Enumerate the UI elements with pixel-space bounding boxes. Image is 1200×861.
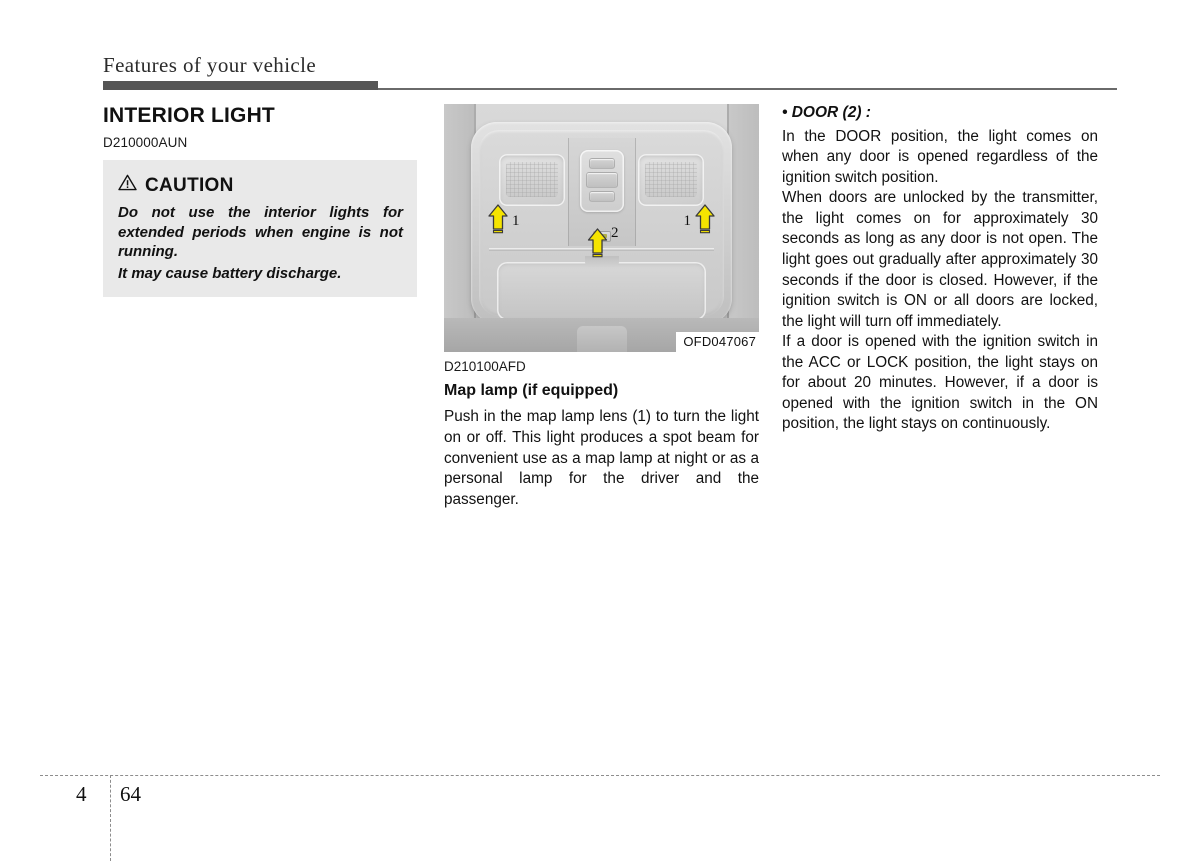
sunroof-switch-bar-bottom	[588, 191, 615, 202]
running-header-title: Features of your vehicle	[103, 53, 317, 77]
arrow-up-icon	[695, 204, 715, 239]
callout-1-right: 1	[684, 204, 716, 239]
callout-number: 1	[683, 213, 692, 229]
header-rule	[103, 81, 1117, 91]
callout-number: 2	[611, 225, 619, 241]
sunglass-holder-door	[497, 256, 706, 320]
map-lamp-paragraph-1: Push in the map lamp lens (1) to turn th…	[444, 408, 759, 508]
caution-text-line-2: It may cause battery discharge.	[118, 264, 342, 282]
page-header: Features of your vehicle	[103, 53, 1117, 91]
sunroof-switch-bar-top	[588, 158, 615, 169]
arrow-up-icon	[488, 204, 508, 239]
page-body: INTERIOR LIGHT D210000AUN CAUTION Do not…	[103, 104, 1117, 724]
headliner-left-panel	[444, 104, 474, 352]
caution-heading: CAUTION	[118, 174, 403, 196]
figure-caption: OFD047067	[676, 331, 759, 352]
callout-number: 1	[512, 213, 520, 229]
caution-label: CAUTION	[145, 174, 234, 196]
door-paragraph-1: In the DOOR position, the light comes on…	[782, 127, 1098, 186]
figure-part-number: D210100AFD	[444, 359, 526, 374]
middle-column: 1 1 2 OFD047067 D210100AFD Map lamp (if …	[444, 104, 759, 510]
sunroof-switch	[579, 150, 624, 212]
footer-chapter-number: 4	[76, 782, 87, 806]
sunroof-switch-bar-middle	[585, 172, 618, 188]
mirror-mount-stem	[576, 326, 627, 352]
header-rule-thin	[378, 88, 1117, 90]
callout-2-center: 2	[587, 225, 619, 263]
caution-box: CAUTION Do not use the interior lights f…	[103, 160, 417, 298]
door-paragraph-2: When doors are unlocked by the transmitt…	[782, 189, 1098, 330]
headliner-right-panel	[729, 104, 759, 352]
section-part-number: D210000AUN	[103, 135, 188, 151]
door-mode-heading: • DOOR (2) :	[782, 104, 871, 121]
door-paragraph-3: If a door is opened with the ignition sw…	[782, 333, 1098, 433]
map-lamp-lens-left	[499, 154, 565, 206]
warning-triangle-icon	[118, 174, 137, 196]
section-title: INTERIOR LIGHT	[103, 104, 275, 127]
arrow-up-icon	[587, 228, 607, 263]
footer-vertical-divider	[110, 775, 111, 861]
map-lamp-subtitle: Map lamp (if equipped)	[444, 382, 619, 400]
callout-1-left: 1	[488, 204, 520, 239]
header-rule-thick	[103, 81, 378, 91]
right-column: • DOOR (2) : In the DOOR position, the l…	[782, 104, 1098, 435]
caution-text-line-1: Do not use the interior lights for exten…	[118, 204, 403, 261]
left-column: INTERIOR LIGHT D210000AUN CAUTION Do not…	[103, 104, 417, 298]
footer-page-number: 64	[120, 782, 141, 806]
overhead-console-figure: 1 1 2 OFD047067	[444, 104, 759, 352]
footer-divider	[40, 775, 1160, 776]
map-lamp-lens-right	[638, 154, 704, 206]
